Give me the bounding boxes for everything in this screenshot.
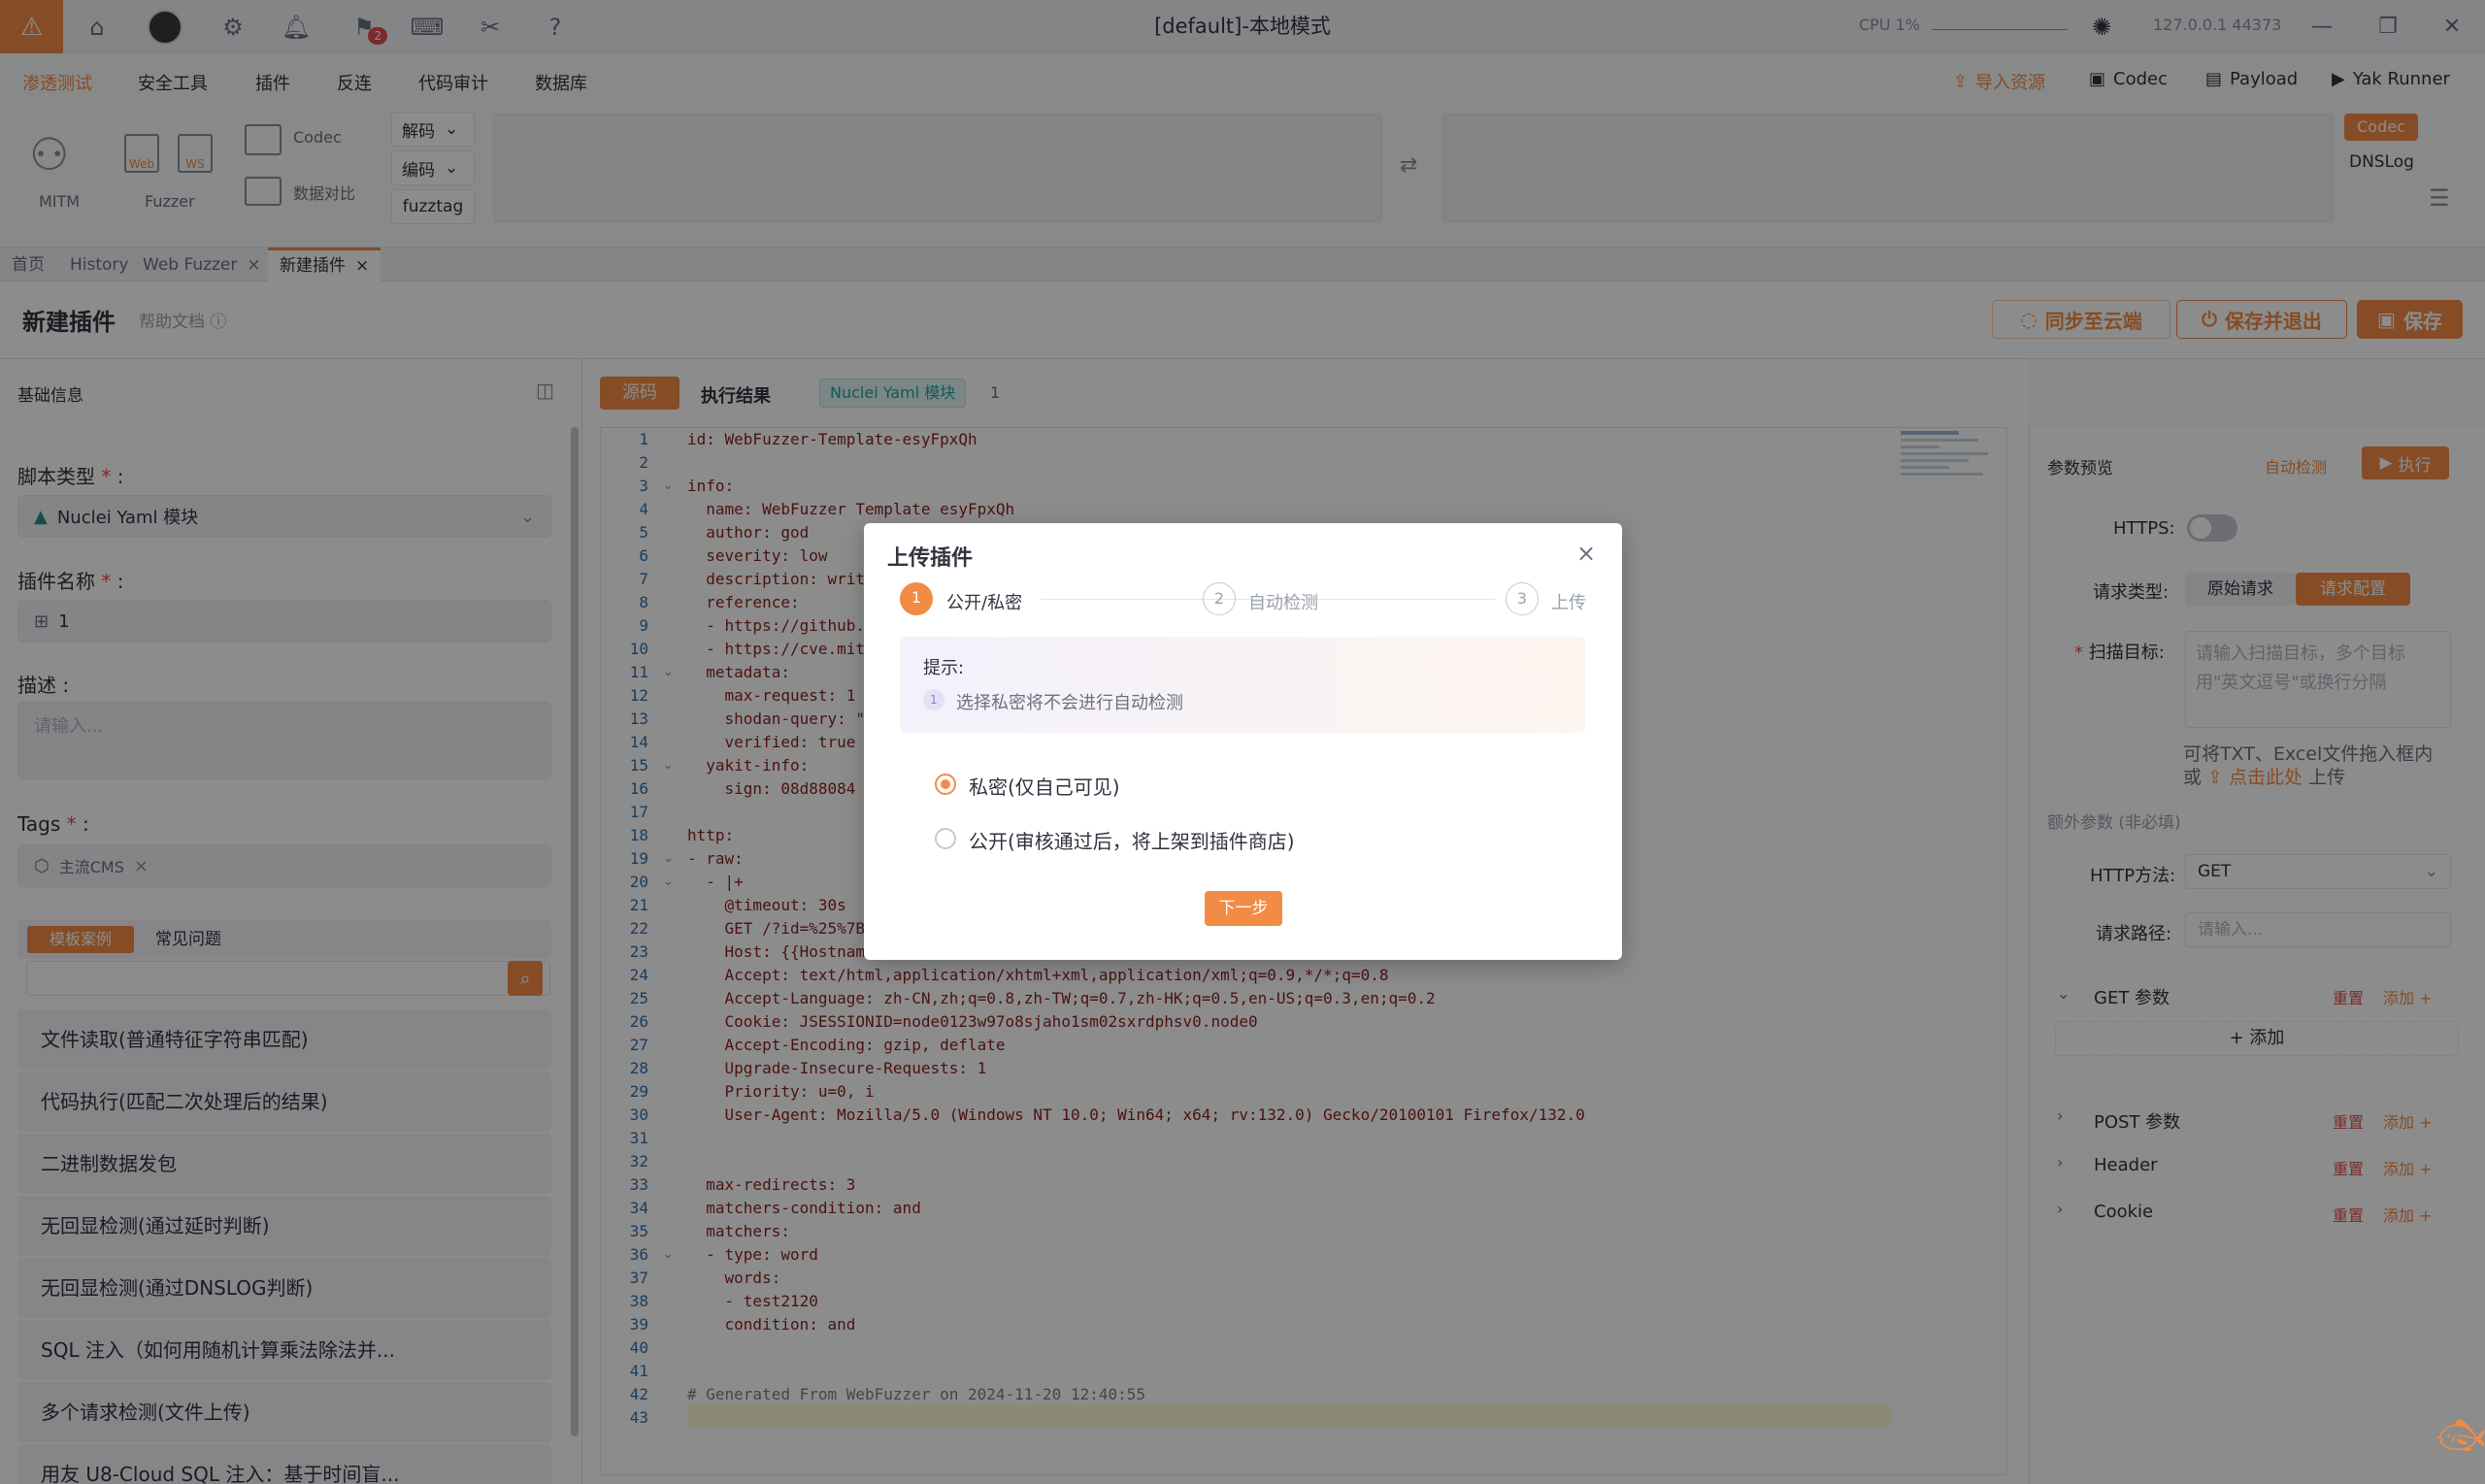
next-step-button[interactable]: 下一步 <box>1205 891 1282 926</box>
step-2-label: 自动检测 <box>1248 593 1318 613</box>
public-radio[interactable] <box>935 828 956 849</box>
tip-box: 提示: 1 选择私密将不会进行自动检测 <box>900 637 1585 733</box>
step-1-label: 公开/私密 <box>946 593 1023 613</box>
tip-text: 选择私密将不会进行自动检测 <box>956 693 1183 713</box>
step-3-icon: 3 <box>1506 582 1539 615</box>
tip-number-icon: 1 <box>923 689 944 710</box>
step-2-icon: 2 <box>1203 582 1236 615</box>
upload-plugin-dialog: 上传插件 × 1 公开/私密 2 自动检测 3 上传 提示: 1 选择私密将不会… <box>864 523 1622 960</box>
step-connector <box>1340 599 1495 600</box>
mascot-icon[interactable]: 🐟︎ <box>2436 1412 2485 1461</box>
public-option-label[interactable]: 公开(审核通过后，将上架到插件商店) <box>969 826 1295 854</box>
private-radio[interactable] <box>935 774 956 795</box>
tip-title: 提示: <box>923 658 965 678</box>
close-icon[interactable]: × <box>1570 537 1603 570</box>
dialog-title: 上传插件 <box>887 546 974 571</box>
step-1-icon: 1 <box>900 582 933 615</box>
app-root: ⚠ ⌂ ⚙ 🔔︎ ⚑ 2 ⌨ ✂ ? [default]-本地模式 CPU 1% … <box>0 0 2485 1484</box>
private-option-label[interactable]: 私密(仅自己可见) <box>969 772 1120 800</box>
step-3-label: 上传 <box>1551 593 1586 613</box>
